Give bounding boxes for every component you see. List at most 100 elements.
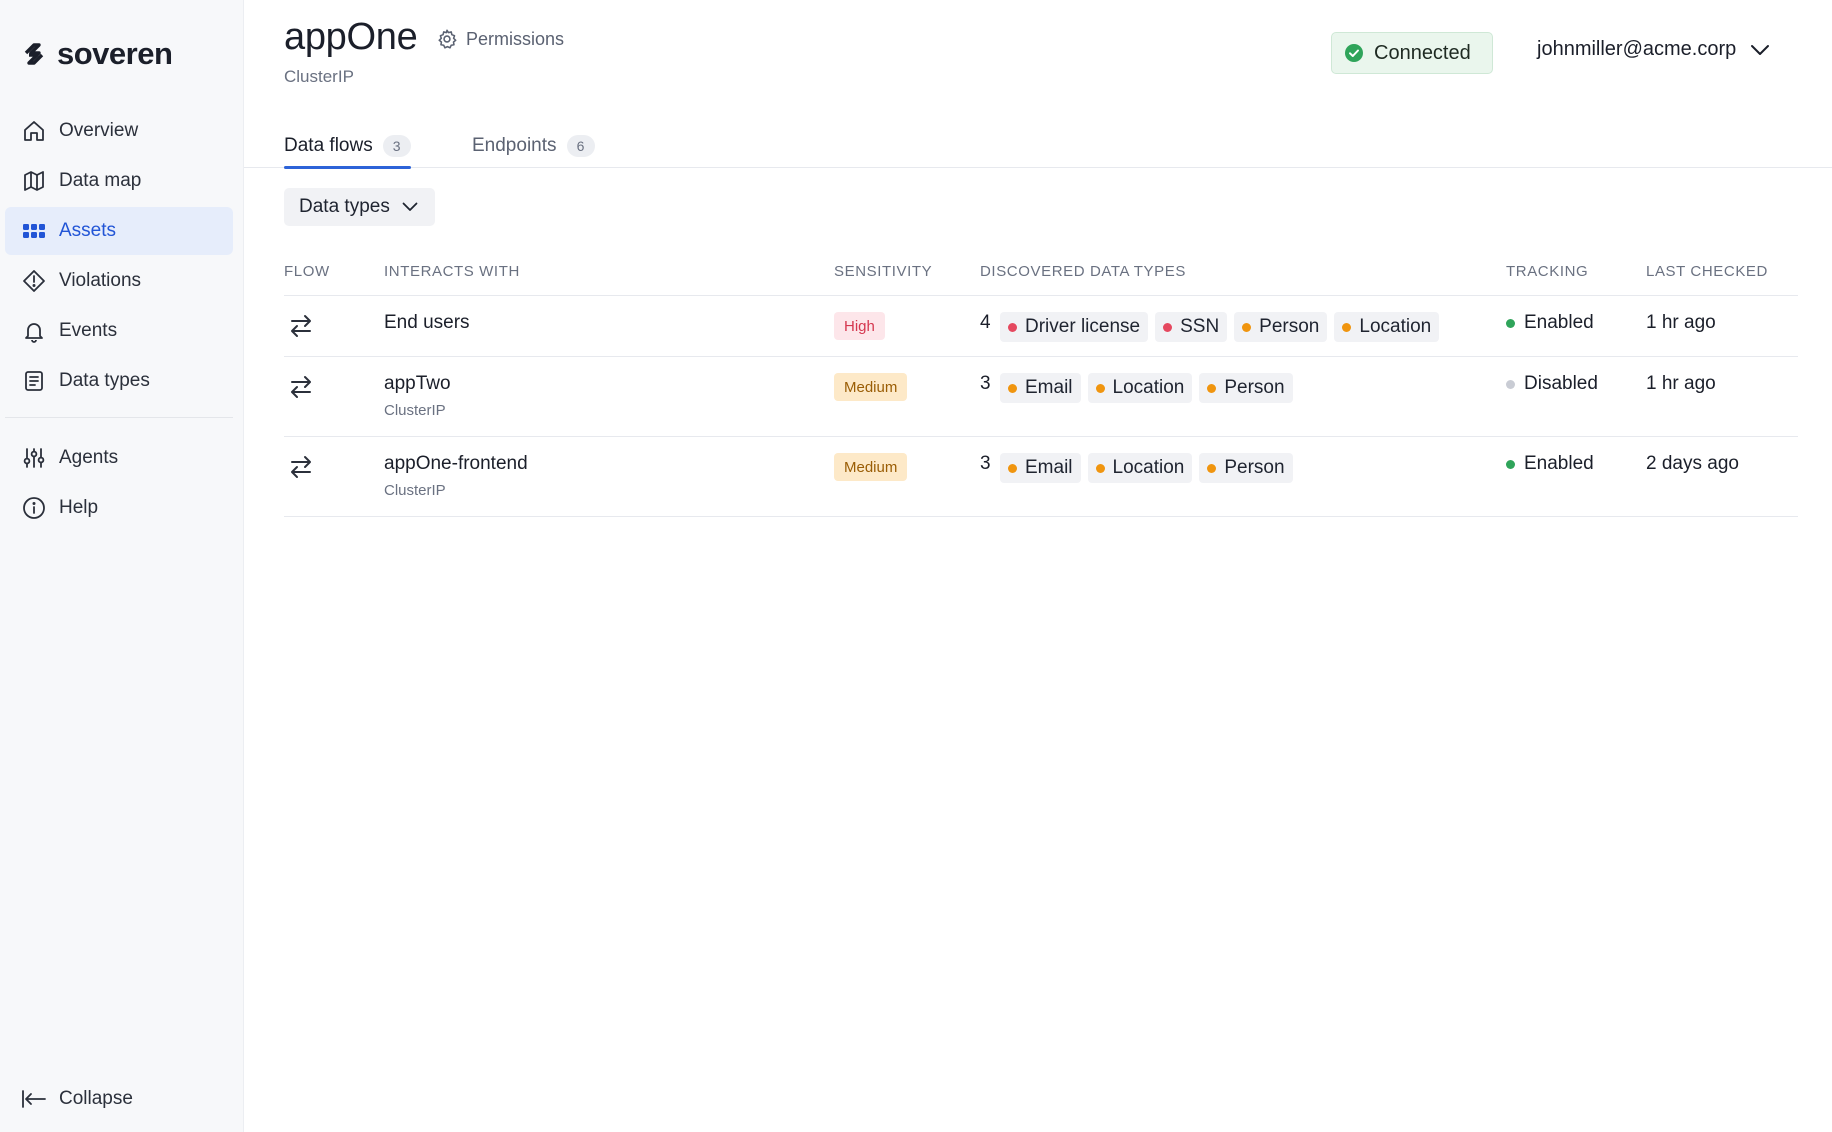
medium-sensitivity-dot-icon	[1095, 383, 1105, 393]
status-dot-icon	[1506, 459, 1515, 469]
alert-diamond-icon	[21, 268, 47, 294]
column-header-last-checked[interactable]: LAST CHECKED	[1646, 263, 1768, 280]
sidebar-item-help[interactable]: Help	[5, 484, 233, 532]
data-type-tag[interactable]: SSN	[1155, 312, 1228, 342]
sliders-icon	[21, 445, 47, 471]
column-header-flow[interactable]: FLOW	[284, 263, 330, 280]
connection-status-label: Connected	[1374, 41, 1471, 64]
sidebar-item-data-types[interactable]: Data types	[5, 357, 233, 405]
flow-arrows-icon	[291, 376, 311, 398]
medium-sensitivity-dot-icon	[1207, 463, 1217, 473]
interacts-with-type: ClusterIP	[384, 482, 446, 499]
brand-logo[interactable]: soveren	[21, 36, 173, 72]
table-row[interactable]: appTwo ClusterIP Medium 3 Email Location…	[284, 357, 1798, 437]
data-flows-table: FLOW INTERACTS WITH SENSITIVITY DISCOVER…	[284, 256, 1798, 517]
data-type-tag[interactable]: Email	[1000, 453, 1081, 483]
data-type-tags: Email Location Person	[1000, 373, 1293, 403]
table-row[interactable]: appOne-frontend ClusterIP Medium 3 Email…	[284, 437, 1798, 517]
grid-icon	[21, 218, 47, 244]
gear-icon	[438, 29, 457, 49]
high-sensitivity-dot-icon	[1008, 322, 1017, 332]
sidebar-item-assets[interactable]: Assets	[5, 207, 233, 255]
sidebar-item-label: Help	[59, 497, 99, 518]
sidebar-divider	[5, 417, 233, 418]
permissions-link[interactable]: Permissions	[436, 28, 564, 50]
interacts-with-name[interactable]: appOne-frontend	[384, 453, 528, 475]
data-type-tag[interactable]: Driver license	[1000, 312, 1149, 342]
user-menu[interactable]: johnmiller@acme.corp	[1537, 38, 1770, 61]
tracking-status: Enabled	[1506, 312, 1594, 334]
permissions-label: Permissions	[466, 28, 565, 49]
data-type-tag[interactable]: Person	[1199, 453, 1293, 483]
high-sensitivity-dot-icon	[1163, 322, 1173, 332]
column-header-tracking[interactable]: TRACKING	[1506, 263, 1588, 280]
chevron-down-icon	[402, 202, 418, 211]
data-types-count: 3	[980, 453, 991, 474]
document-list-icon	[21, 368, 47, 394]
collapse-label: Collapse	[59, 1088, 133, 1109]
tab-data-flows[interactable]: Data flows 3	[284, 124, 411, 169]
data-type-label: Location	[1112, 377, 1185, 398]
sidebar-item-violations[interactable]: Violations	[5, 257, 233, 305]
sidebar-item-data-map[interactable]: Data map	[5, 157, 233, 205]
page-subtitle: ClusterIP	[284, 67, 354, 86]
data-types-count: 4	[980, 312, 991, 333]
data-types-count: 3	[980, 373, 991, 394]
status-dot-icon	[1506, 318, 1515, 328]
page-title: appOne	[284, 16, 418, 58]
last-checked: 1 hr ago	[1646, 312, 1716, 333]
sidebar-item-label: Data map	[59, 170, 142, 191]
sidebar-item-overview[interactable]: Overview	[5, 107, 233, 155]
data-type-tag[interactable]: Email	[1000, 373, 1081, 403]
sidebar-item-agents[interactable]: Agents	[5, 434, 233, 482]
medium-sensitivity-dot-icon	[1008, 383, 1017, 393]
check-circle-icon	[1345, 44, 1363, 62]
column-header-discovered-data-types[interactable]: DISCOVERED DATA TYPES	[980, 263, 1186, 280]
last-checked: 1 hr ago	[1646, 373, 1716, 394]
column-header-sensitivity[interactable]: SENSITIVITY	[834, 263, 932, 280]
tab-count-badge: 3	[382, 135, 411, 157]
sidebar-item-events[interactable]: Events	[5, 307, 233, 355]
data-type-tag[interactable]: Location	[1334, 312, 1440, 342]
flow-arrows-icon	[291, 456, 311, 478]
medium-sensitivity-dot-icon	[1008, 463, 1017, 473]
medium-sensitivity-dot-icon	[1207, 383, 1217, 393]
interacts-with-name[interactable]: appTwo	[384, 373, 451, 395]
collapse-sidebar-button[interactable]: Collapse	[21, 1086, 133, 1112]
data-type-tag[interactable]: Location	[1087, 453, 1193, 483]
column-header-interacts-with[interactable]: INTERACTS WITH	[384, 263, 520, 280]
sidebar-item-label: Data types	[59, 370, 150, 391]
data-type-tag[interactable]: Person	[1234, 312, 1328, 342]
filter-label: Data types	[299, 196, 390, 217]
table-row[interactable]: End users High 4 Driver license SSN Pers…	[284, 296, 1798, 357]
data-types-filter-dropdown[interactable]: Data types	[284, 188, 435, 226]
data-type-label: Person	[1259, 316, 1320, 337]
medium-sensitivity-dot-icon	[1342, 322, 1352, 332]
info-icon	[21, 495, 47, 521]
interacts-with-type: ClusterIP	[384, 402, 446, 419]
interacts-with-name[interactable]: End users	[384, 312, 470, 334]
data-type-label: SSN	[1180, 316, 1220, 337]
connection-status-badge: Connected	[1331, 32, 1493, 74]
tab-endpoints[interactable]: Endpoints 6	[472, 124, 595, 168]
sidebar: soveren Overview Data map Assets Violati…	[0, 0, 244, 1132]
sidebar-nav: Overview Data map Assets Violations Even…	[5, 107, 233, 534]
tab-bar: Data flows 3 Endpoints 6	[244, 118, 1832, 169]
data-type-label: Person	[1224, 377, 1285, 398]
chevron-down-icon	[1751, 44, 1770, 55]
sidebar-item-label: Assets	[59, 220, 117, 241]
sensitivity-badge: High	[834, 312, 885, 340]
tracking-label: Enabled	[1524, 312, 1594, 333]
map-icon	[21, 168, 47, 194]
sidebar-item-label: Agents	[59, 447, 119, 468]
table-header: FLOW INTERACTS WITH SENSITIVITY DISCOVER…	[284, 256, 1798, 296]
sensitivity-badge: Medium	[834, 453, 908, 481]
data-type-tag[interactable]: Person	[1199, 373, 1293, 403]
data-type-label: Location	[1359, 316, 1432, 337]
home-icon	[21, 118, 47, 144]
data-type-tag[interactable]: Location	[1087, 373, 1193, 403]
sensitivity-badge: Medium	[834, 373, 908, 401]
medium-sensitivity-dot-icon	[1242, 322, 1252, 332]
soveren-logo-icon	[24, 43, 44, 65]
data-type-label: Email	[1025, 457, 1073, 478]
